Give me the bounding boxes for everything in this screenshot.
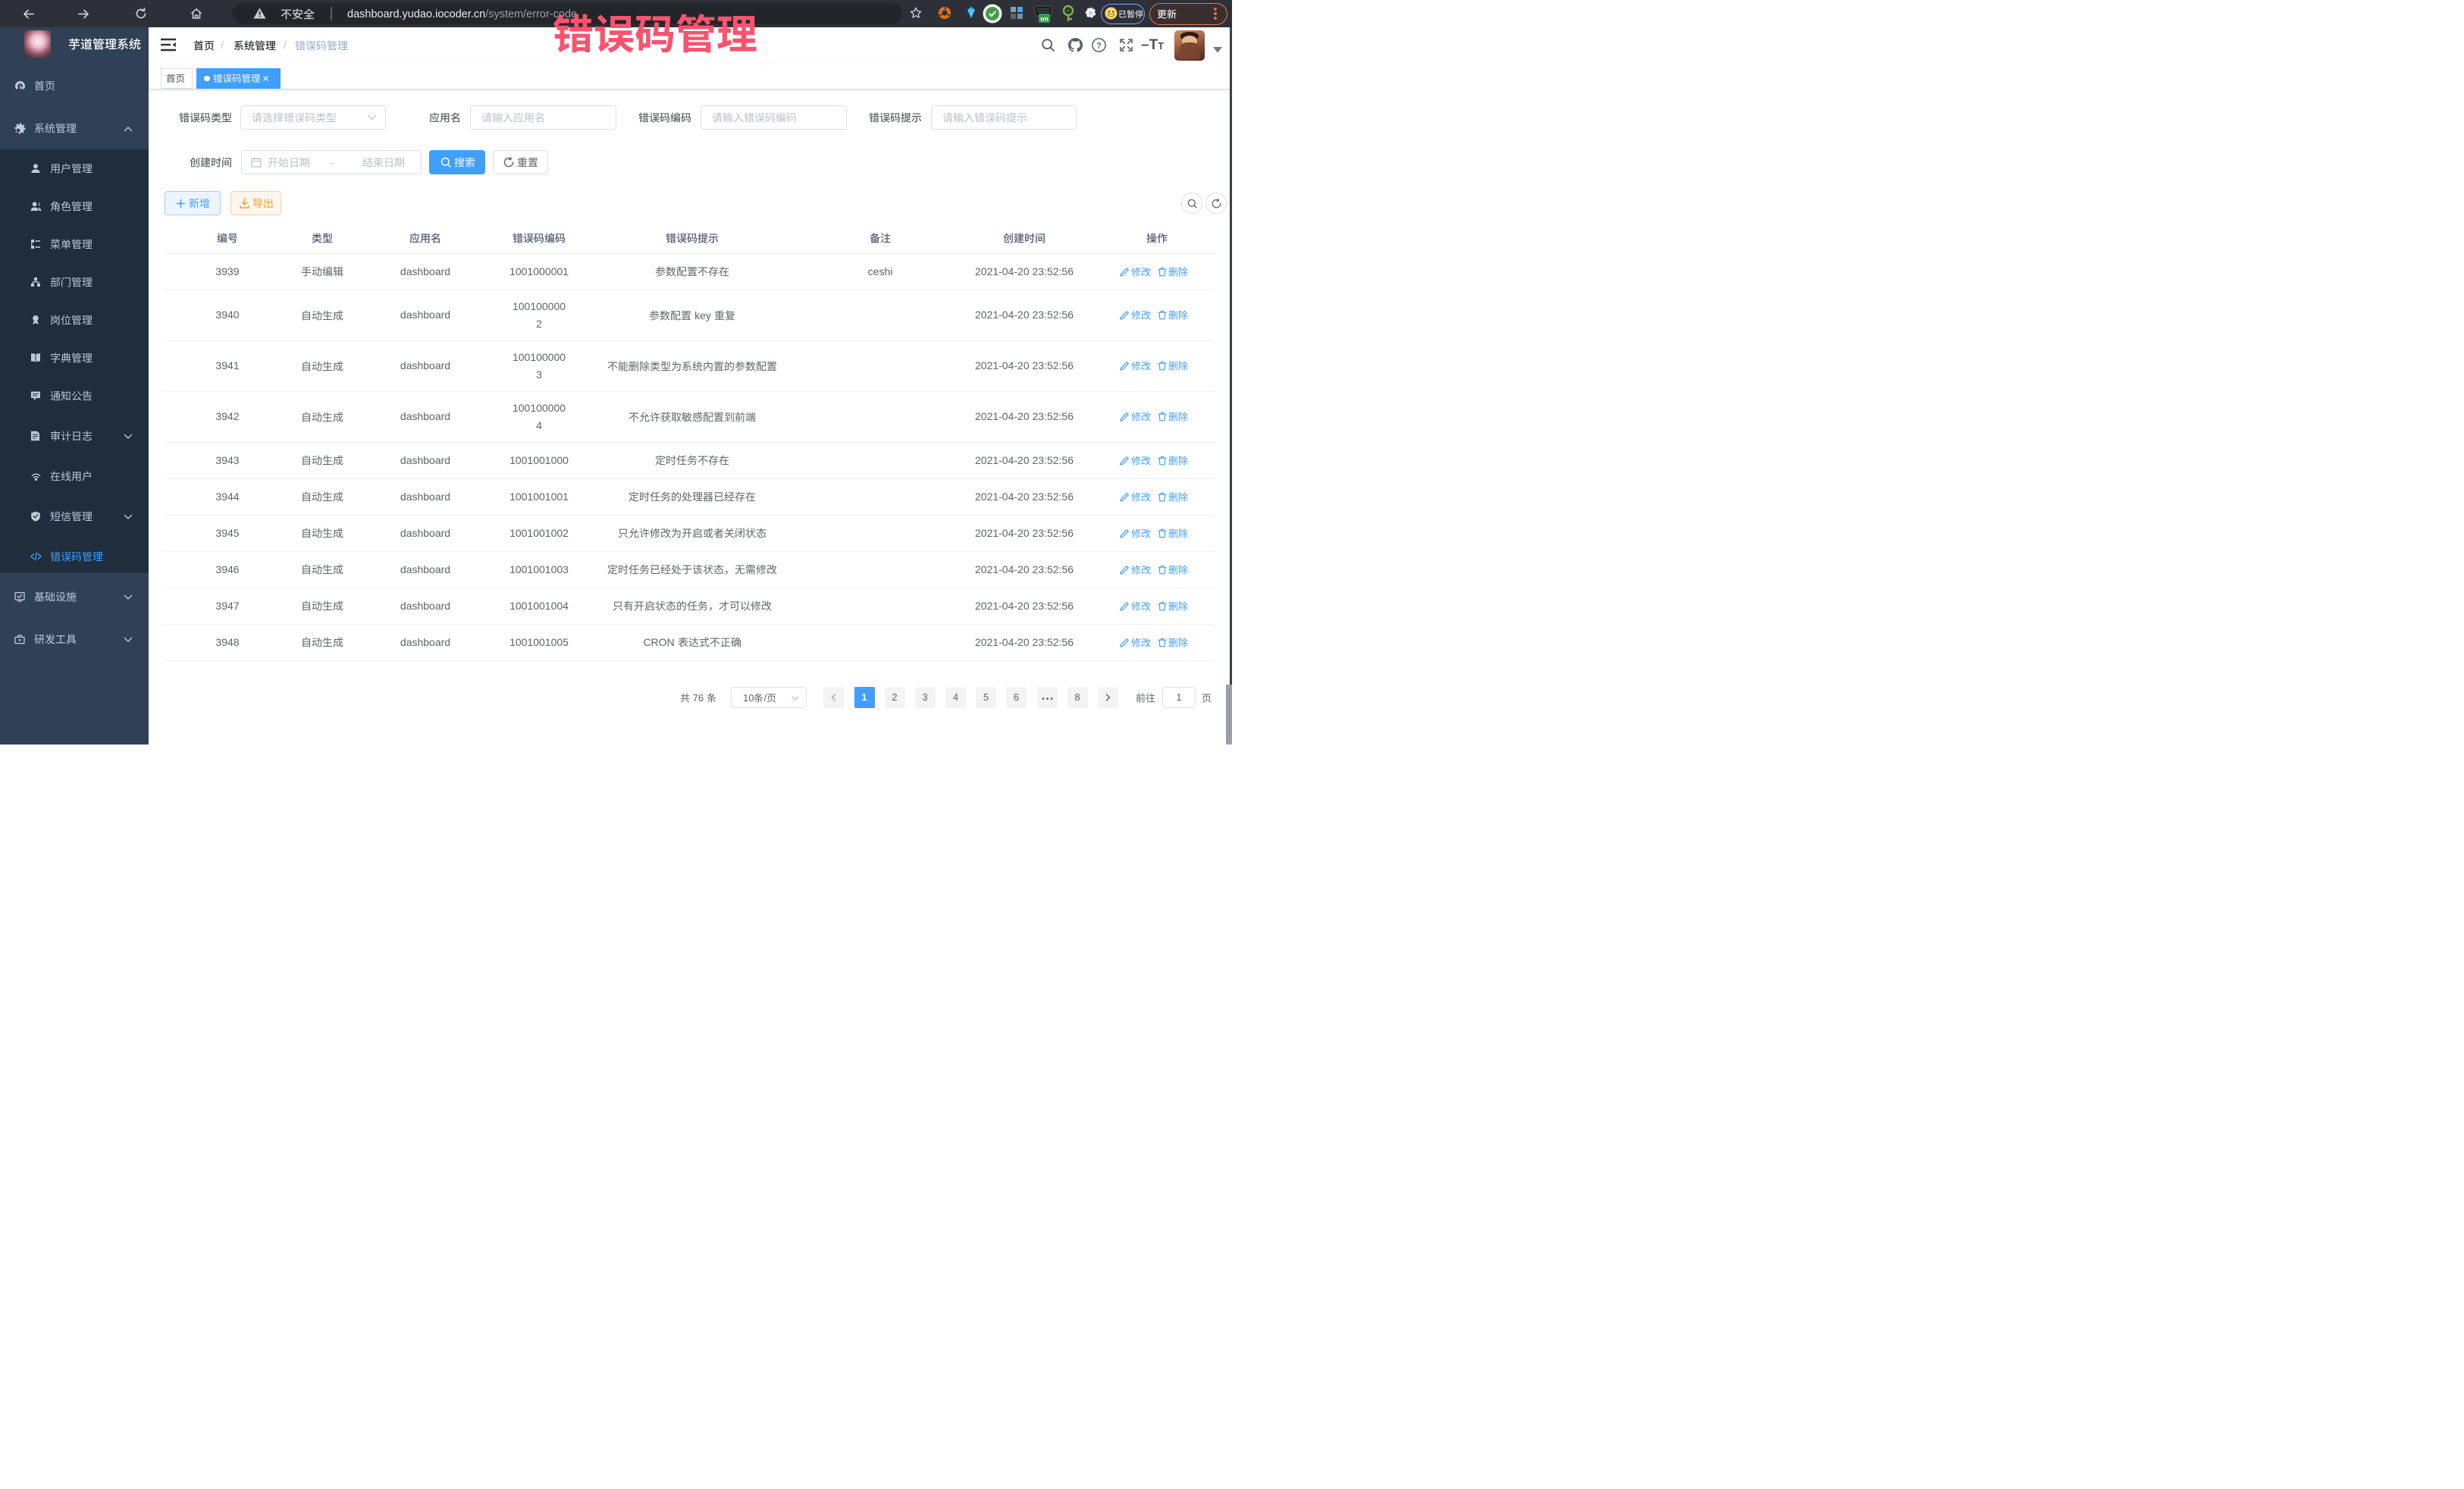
- svg-text:on: on: [1040, 15, 1048, 23]
- svg-text:?: ?: [1096, 41, 1102, 50]
